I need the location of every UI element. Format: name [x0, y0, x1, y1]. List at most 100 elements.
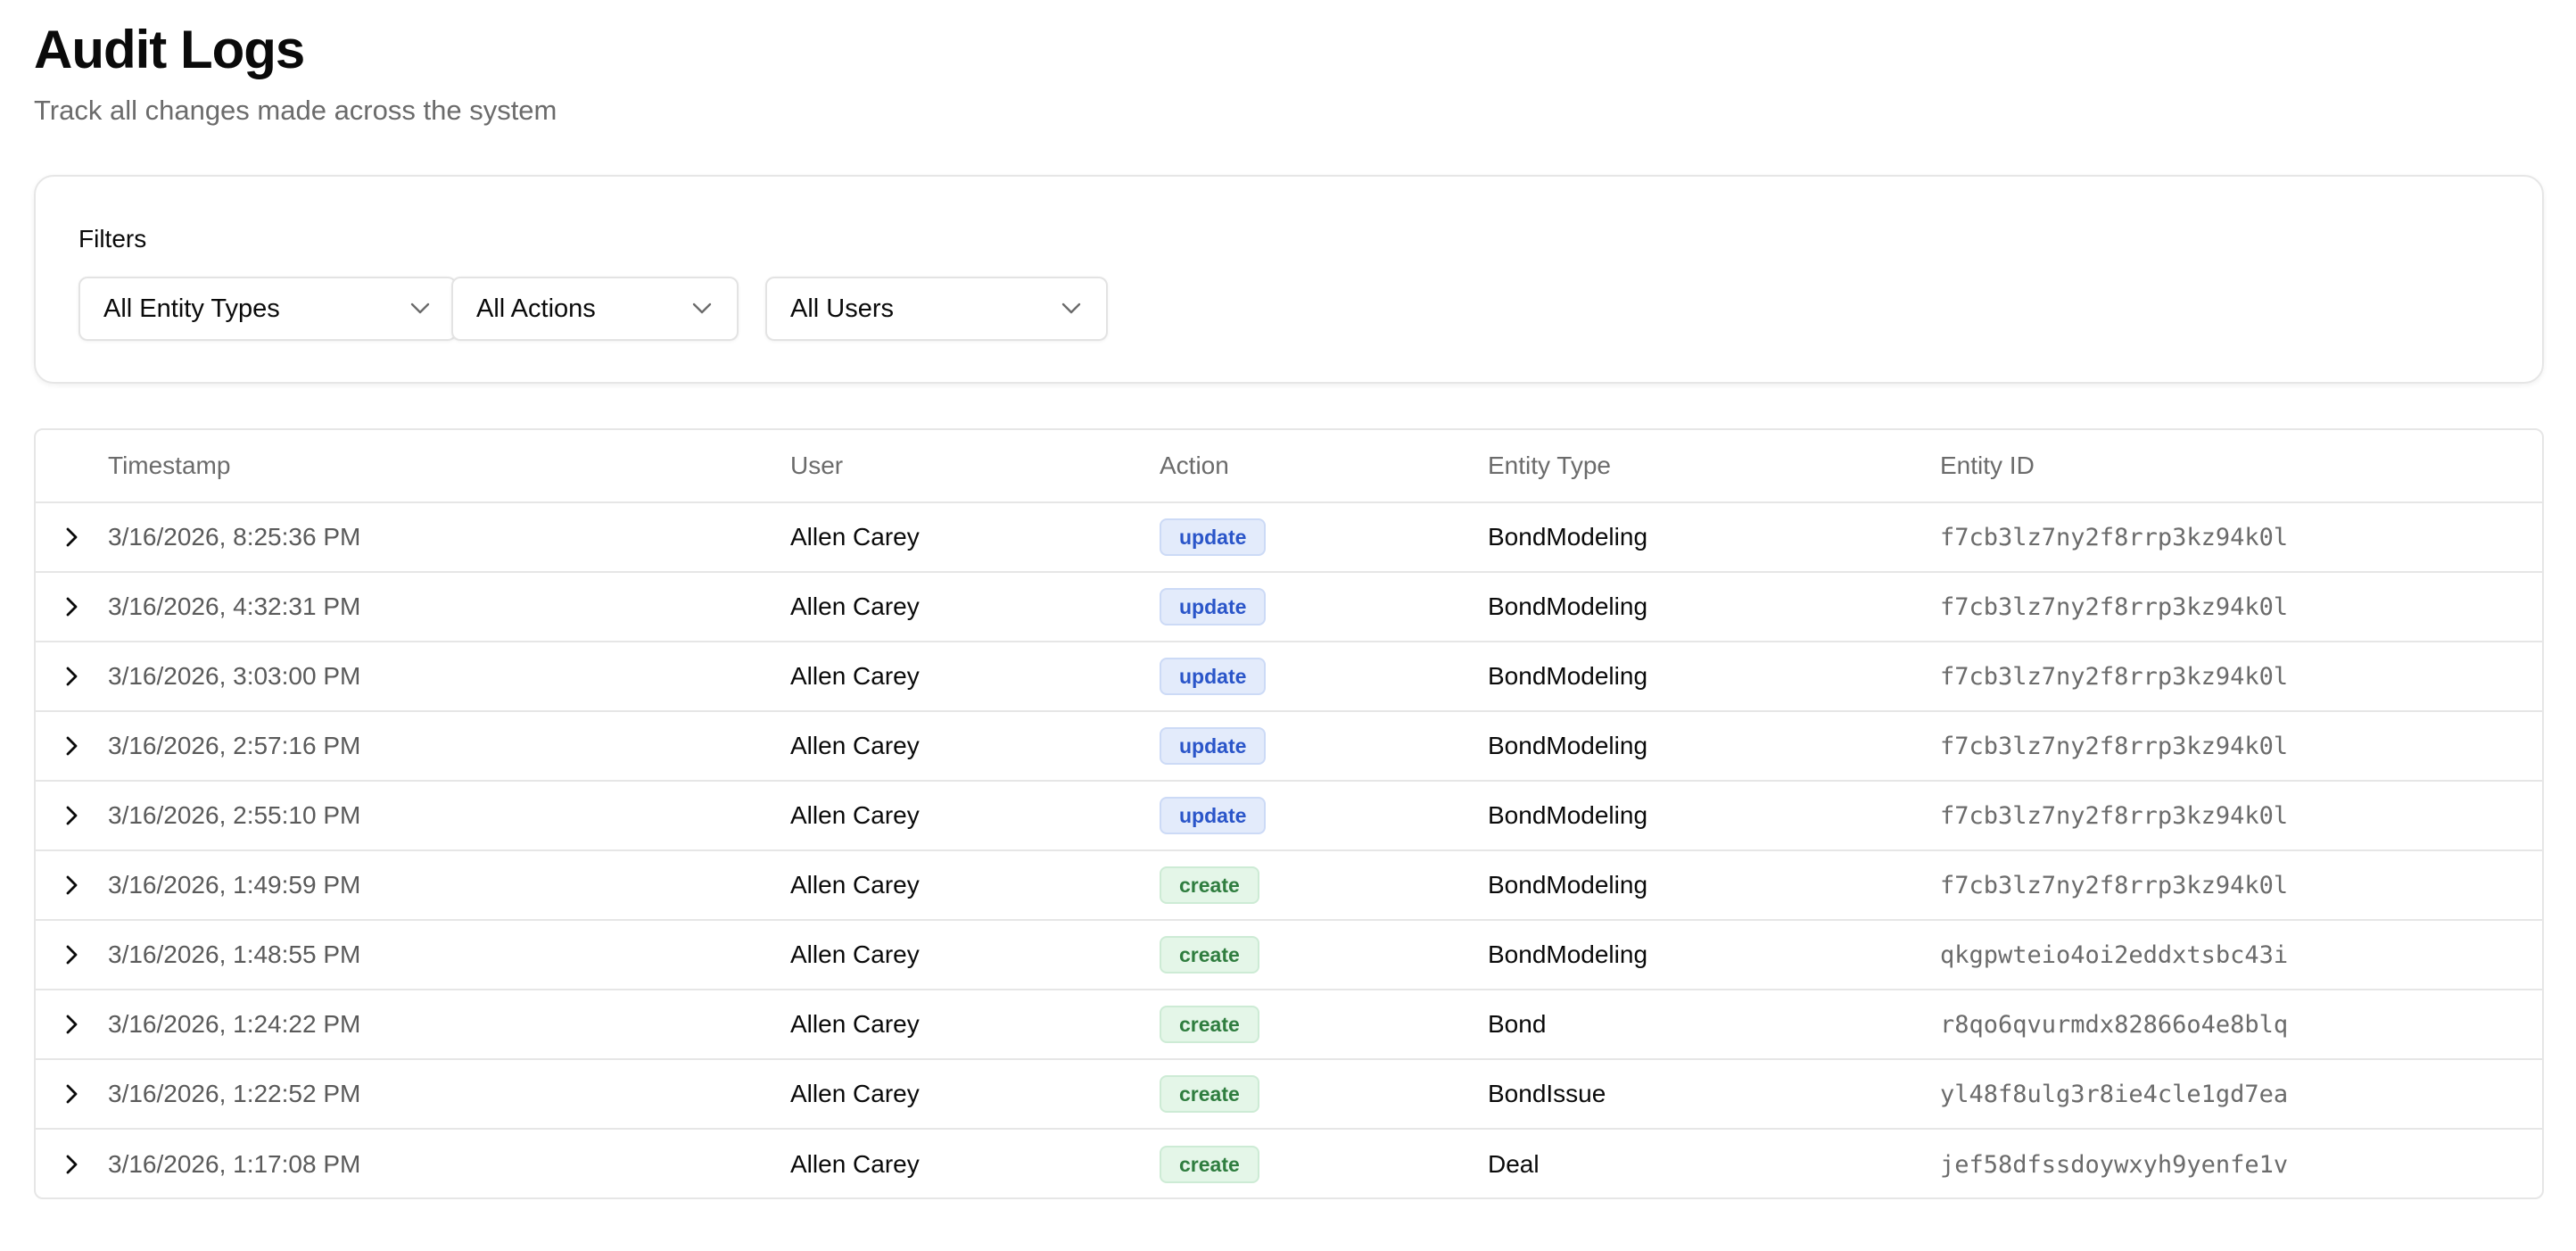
timestamp-cell: 3/16/2026, 1:22:52 PM	[108, 1080, 361, 1107]
entity-type-cell: BondModeling	[1488, 732, 1648, 759]
chevron-right-icon[interactable]	[54, 1007, 90, 1042]
action-badge: create	[1160, 866, 1259, 904]
page-subtitle: Track all changes made across the system	[34, 95, 557, 126]
chevron-right-icon[interactable]	[54, 1147, 90, 1182]
chevron-down-icon	[690, 297, 714, 320]
entity-type-cell: BondModeling	[1488, 662, 1648, 690]
chevron-right-icon[interactable]	[54, 659, 90, 694]
entity-type-filter-select[interactable]: All Entity Types	[78, 277, 457, 341]
user-filter-value: All Users	[790, 294, 895, 323]
expand-cell	[36, 1060, 109, 1128]
action-badge: update	[1160, 658, 1267, 695]
chevron-right-icon[interactable]	[54, 589, 90, 625]
action-badge: update	[1160, 727, 1267, 765]
entity-type-cell: BondModeling	[1488, 592, 1648, 620]
chevron-down-icon	[409, 297, 432, 320]
chevron-right-icon[interactable]	[54, 728, 90, 764]
user-cell: Allen Carey	[790, 732, 920, 759]
action-cell: create	[1160, 990, 1259, 1058]
action-cell: create	[1160, 1060, 1259, 1128]
chevron-right-icon[interactable]	[54, 519, 90, 555]
expand-cell	[36, 782, 109, 849]
column-header-user[interactable]: User	[790, 430, 843, 501]
entity-id-cell: f7cb3lz7ny2f8rrp3kz94k0l	[1940, 592, 2289, 621]
expand-cell	[36, 1130, 109, 1197]
audit-log-table: Timestamp User Action Entity Type Entity…	[34, 428, 2544, 1199]
timestamp-cell: 3/16/2026, 3:03:00 PM	[108, 662, 361, 690]
timestamp-cell: 3/16/2026, 8:25:36 PM	[108, 523, 361, 551]
action-cell: update	[1160, 782, 1267, 849]
page-title: Audit Logs	[34, 20, 305, 79]
action-filter-select[interactable]: All Actions	[451, 277, 739, 341]
timestamp-cell: 3/16/2026, 1:17:08 PM	[108, 1150, 361, 1178]
action-badge: create	[1160, 1075, 1259, 1113]
entity-id-cell: qkgpwteio4oi2eddxtsbc43i	[1940, 940, 2289, 969]
table-row[interactable]: 3/16/2026, 1:49:59 PM Allen Carey create Bo…	[36, 851, 2542, 921]
table-row[interactable]: 3/16/2026, 1:24:22 PM Allen Carey create Bo…	[36, 990, 2542, 1060]
table-row[interactable]: 3/16/2026, 1:22:52 PM Allen Carey create Bo…	[36, 1060, 2542, 1130]
expand-cell	[36, 712, 109, 780]
action-badge: update	[1160, 797, 1267, 834]
action-badge: update	[1160, 588, 1267, 626]
column-header-entity-type[interactable]: Entity Type	[1488, 430, 1611, 501]
action-badge: create	[1160, 1006, 1259, 1043]
user-cell: Allen Carey	[790, 1080, 920, 1107]
entity-id-cell: f7cb3lz7ny2f8rrp3kz94k0l	[1940, 732, 2289, 760]
expand-column-header	[36, 430, 109, 501]
action-badge: create	[1160, 936, 1259, 973]
entity-type-cell: Deal	[1488, 1150, 1540, 1178]
user-cell: Allen Carey	[790, 1150, 920, 1178]
entity-id-cell: f7cb3lz7ny2f8rrp3kz94k0l	[1940, 523, 2289, 551]
table-row[interactable]: 3/16/2026, 3:03:00 PM Allen Carey update Bo…	[36, 642, 2542, 712]
audit-logs-page: Audit Logs Track all changes made across…	[0, 0, 2576, 1251]
action-cell: update	[1160, 712, 1267, 780]
action-cell: update	[1160, 573, 1267, 641]
entity-type-cell: BondModeling	[1488, 871, 1648, 899]
chevron-down-icon	[1060, 297, 1083, 320]
timestamp-cell: 3/16/2026, 4:32:31 PM	[108, 592, 361, 620]
table-row[interactable]: 3/16/2026, 2:57:16 PM Allen Carey update Bo…	[36, 712, 2542, 782]
user-cell: Allen Carey	[790, 940, 920, 968]
chevron-right-icon[interactable]	[54, 867, 90, 903]
table-row[interactable]: 3/16/2026, 2:55:10 PM Allen Carey update Bo…	[36, 782, 2542, 851]
user-cell: Allen Carey	[790, 801, 920, 829]
expand-cell	[36, 990, 109, 1058]
user-filter-select[interactable]: All Users	[765, 277, 1108, 341]
chevron-right-icon[interactable]	[54, 937, 90, 973]
entity-type-cell: BondModeling	[1488, 523, 1648, 551]
entity-type-cell: BondModeling	[1488, 940, 1648, 968]
entity-type-cell: Bond	[1488, 1010, 1547, 1038]
chevron-right-icon[interactable]	[54, 798, 90, 833]
action-badge: update	[1160, 518, 1267, 556]
user-cell: Allen Carey	[790, 523, 920, 551]
action-filter-value: All Actions	[476, 294, 596, 323]
filters-label: Filters	[78, 225, 147, 253]
user-cell: Allen Carey	[790, 662, 920, 690]
expand-cell	[36, 642, 109, 710]
entity-id-cell: yl48f8ulg3r8ie4cle1gd7ea	[1940, 1080, 2289, 1108]
table-row[interactable]: 3/16/2026, 1:17:08 PM Allen Carey create De…	[36, 1130, 2542, 1197]
entity-type-filter-value: All Entity Types	[103, 294, 280, 323]
expand-cell	[36, 573, 109, 641]
table-row[interactable]: 3/16/2026, 4:32:31 PM Allen Carey update Bo…	[36, 573, 2542, 642]
action-cell: create	[1160, 1130, 1259, 1197]
expand-cell	[36, 921, 109, 989]
timestamp-cell: 3/16/2026, 1:48:55 PM	[108, 940, 361, 968]
table-row[interactable]: 3/16/2026, 8:25:36 PM Allen Carey update Bo…	[36, 503, 2542, 573]
user-cell: Allen Carey	[790, 592, 920, 620]
action-cell: create	[1160, 921, 1259, 989]
filters-card: Filters All Entity Types All Actions All…	[34, 175, 2544, 384]
table-row[interactable]: 3/16/2026, 1:48:55 PM Allen Carey create Bo…	[36, 921, 2542, 990]
action-badge: create	[1160, 1146, 1259, 1183]
entity-id-cell: jef58dfssdoywxyh9yenfe1v	[1940, 1150, 2289, 1179]
column-header-timestamp[interactable]: Timestamp	[108, 430, 230, 501]
column-header-action[interactable]: Action	[1160, 430, 1229, 501]
column-header-entity-id[interactable]: Entity ID	[1940, 430, 2035, 501]
entity-id-cell: f7cb3lz7ny2f8rrp3kz94k0l	[1940, 662, 2289, 691]
action-cell: create	[1160, 851, 1259, 919]
action-cell: update	[1160, 503, 1267, 571]
entity-type-cell: BondModeling	[1488, 801, 1648, 829]
timestamp-cell: 3/16/2026, 2:55:10 PM	[108, 801, 361, 829]
chevron-right-icon[interactable]	[54, 1076, 90, 1112]
entity-type-cell: BondIssue	[1488, 1080, 1606, 1107]
